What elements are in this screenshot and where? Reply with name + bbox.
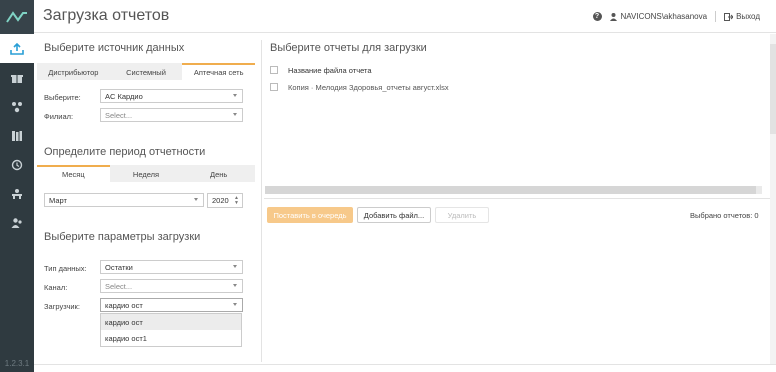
add-file-button[interactable]: Добавить файл...: [357, 207, 431, 223]
month-select[interactable]: Март: [44, 193, 204, 207]
chevron-down-icon: [233, 284, 237, 287]
branch-value: Select...: [105, 110, 133, 120]
tab-week[interactable]: Неделя: [109, 165, 183, 182]
tab-system[interactable]: Системный: [109, 63, 183, 80]
choose-select[interactable]: AC Кардио: [100, 89, 243, 103]
source-tabs: Дистрибьютор Системный Аптечная сеть: [37, 63, 256, 80]
loader-option[interactable]: кардио ост: [101, 314, 241, 330]
loader-dropdown: кардио ост кардио ост1: [100, 313, 242, 347]
logout-icon[interactable]: [724, 12, 734, 21]
user-name[interactable]: NAVICONS\akhasanova: [621, 12, 708, 21]
period-tabs: Месяц Неделя День: [37, 165, 256, 182]
channel-select[interactable]: Select...: [100, 279, 243, 293]
source-title: Выберите источник данных: [44, 42, 185, 54]
month-value: Март: [49, 195, 67, 205]
table-header: Название файла отчета: [270, 62, 762, 78]
table-row[interactable]: Копия · Мелодия Здоровья_отчеты август.x…: [270, 79, 762, 95]
choose-value: AC Кардио: [105, 91, 143, 101]
chevron-down-icon: [233, 113, 237, 116]
panel-divider: [261, 40, 262, 362]
users-icon[interactable]: [0, 208, 34, 237]
user-icon: [609, 12, 617, 21]
year-value: 2020: [212, 196, 229, 205]
delete-button: Удалить: [435, 207, 489, 223]
branch-label: Филиал:: [44, 112, 74, 121]
params-title: Выберите параметры загрузки: [44, 231, 201, 243]
loader-option[interactable]: кардио ост1: [101, 330, 241, 346]
tab-distributor[interactable]: Дистрибьютор: [37, 63, 110, 80]
side-nav: 1.2.3.1: [0, 0, 34, 372]
history-icon[interactable]: [0, 150, 34, 179]
vertical-scrollbar[interactable]: [770, 34, 776, 364]
scrollbar-thumb[interactable]: [770, 44, 776, 134]
loader-label: Загрузчик:: [44, 302, 80, 311]
divider: [34, 364, 776, 365]
reports-title: Выберите отчеты для загрузки: [270, 42, 427, 54]
data-type-label: Тип данных:: [44, 264, 87, 273]
chevron-down-icon: [233, 303, 237, 306]
page-title: Загрузка отчетов: [43, 7, 170, 24]
user-area: ? NAVICONS\akhasanova Выход: [592, 11, 760, 22]
selected-count: Выбрано отчетов: 0: [690, 211, 759, 220]
tab-pharmacy-chain[interactable]: Аптечная сеть: [182, 63, 256, 80]
chevron-down-icon: [194, 198, 198, 201]
horizontal-scrollbar[interactable]: [265, 186, 756, 194]
scrollbar-track: [756, 186, 762, 194]
year-stepper[interactable]: 2020 ▲ ▼: [207, 193, 243, 208]
tab-month[interactable]: Месяц: [37, 165, 110, 182]
choose-label: Выберите:: [44, 93, 81, 102]
logo-icon[interactable]: [0, 0, 34, 34]
channel-value: Select...: [105, 281, 133, 291]
chevron-down-icon: [233, 265, 237, 268]
top-bar: Загрузка отчетов ? NAVICONS\akhasanova В…: [34, 0, 776, 33]
tree-icon[interactable]: [0, 179, 34, 208]
stepper-arrows-icon[interactable]: ▲ ▼: [234, 196, 239, 206]
column-header-filename[interactable]: Название файла отчета: [288, 66, 372, 75]
data-type-value: Остатки: [105, 262, 133, 272]
period-title: Определите период отчетности: [44, 146, 206, 158]
books-icon[interactable]: [0, 121, 34, 150]
logout-link[interactable]: Выход: [736, 12, 760, 21]
loader-value: кардио ост: [105, 300, 143, 310]
data-type-select[interactable]: Остатки: [100, 260, 243, 274]
tab-day[interactable]: День: [182, 165, 256, 182]
help-icon[interactable]: ?: [592, 12, 602, 21]
branch-select[interactable]: Select...: [100, 108, 243, 122]
divider: [715, 11, 717, 22]
file-name: Копия · Мелодия Здоровья_отчеты август.x…: [288, 82, 449, 92]
queue-button[interactable]: Поставить в очередь: [267, 207, 353, 223]
select-all-checkbox[interactable]: [270, 66, 278, 74]
network-icon[interactable]: [0, 92, 34, 121]
loader-select[interactable]: кардио ост: [100, 298, 243, 312]
divider: [264, 198, 776, 199]
row-checkbox[interactable]: [270, 83, 278, 91]
chevron-down-icon: [233, 94, 237, 97]
version-label: 1.2.3.1: [4, 359, 30, 368]
gift-icon[interactable]: [0, 63, 34, 92]
channel-label: Канал:: [44, 283, 68, 292]
upload-icon[interactable]: [0, 34, 34, 63]
